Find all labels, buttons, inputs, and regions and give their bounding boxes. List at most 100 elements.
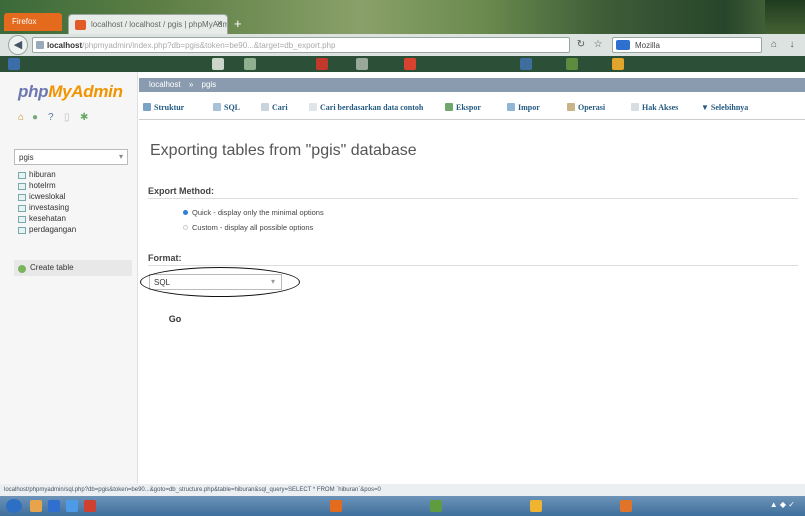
- toolbar-red-icon[interactable]: [316, 58, 328, 70]
- database-tabs: Struktur SQL Cari Cari berdasarkan data …: [139, 96, 805, 120]
- url-path: /phpmyadmin/index.php?db=pgis&token=be90…: [82, 41, 336, 50]
- toolbar-window-icon[interactable]: [244, 58, 256, 70]
- taskbar-twitter-icon[interactable]: [66, 500, 78, 512]
- table-item-hiburan[interactable]: hiburan: [18, 170, 133, 181]
- tab-struktur[interactable]: Struktur: [143, 103, 184, 112]
- taskbar-app-icon[interactable]: [84, 500, 96, 512]
- docs-icon[interactable]: ▯: [64, 112, 70, 123]
- radio-selected-icon: [183, 210, 188, 215]
- table-name: perdagangan: [29, 225, 77, 234]
- help-icon[interactable]: ?: [48, 112, 54, 123]
- breadcrumb: localhost » pgis: [139, 78, 805, 92]
- home-icon[interactable]: ⌂: [768, 39, 780, 51]
- tab-sql[interactable]: SQL: [213, 103, 240, 112]
- table-item-hotelrm[interactable]: hotelrm: [18, 181, 133, 192]
- create-table-link[interactable]: Create table: [18, 263, 130, 275]
- toolbar-leaf-icon[interactable]: [566, 58, 578, 70]
- chevron-down-icon: ▾: [118, 152, 123, 161]
- table-icon: [18, 172, 26, 179]
- taskbar-explorer-icon[interactable]: [30, 500, 42, 512]
- taskbar-app3-icon[interactable]: [530, 500, 542, 512]
- toolbar-flag-icon[interactable]: [404, 58, 416, 70]
- table-item-investasing[interactable]: investasing: [18, 203, 133, 214]
- go-button[interactable]: Go: [161, 311, 189, 327]
- tab-selebihnya[interactable]: ▼ Selebihnya: [701, 103, 748, 112]
- table-icon: [18, 216, 26, 223]
- breadcrumb-separator-icon: »: [188, 80, 194, 89]
- section-divider: [148, 265, 798, 266]
- taskbar-ie-icon[interactable]: [48, 500, 60, 512]
- search-icon: [261, 103, 269, 111]
- table-name: icweslokal: [29, 192, 66, 201]
- reload-icon[interactable]: ↻: [575, 39, 587, 51]
- back-button[interactable]: ◀: [8, 35, 28, 55]
- taskbar-firefox-icon[interactable]: [330, 500, 342, 512]
- browser-tabbar: localhost / localhost / pgis | phpMyAdmi…: [0, 10, 805, 34]
- phpmyadmin-favicon-icon: [75, 20, 86, 30]
- settings-icon[interactable]: ✱: [80, 112, 88, 123]
- tab-hak-akses[interactable]: Hak Akses: [631, 103, 678, 112]
- radio-custom[interactable]: Custom - display all possible options: [183, 223, 313, 232]
- wrench-icon: [567, 103, 575, 111]
- logout-icon[interactable]: ●: [32, 112, 38, 123]
- sql-icon: [213, 103, 221, 111]
- table-item-kesehatan[interactable]: kesehatan: [18, 214, 133, 225]
- section-divider: [148, 198, 798, 199]
- home-icon[interactable]: ⌂: [18, 112, 24, 123]
- taskbar-app4-icon[interactable]: [620, 500, 632, 512]
- new-tab-button[interactable]: +: [234, 17, 250, 32]
- radio-unselected-icon: [183, 225, 188, 230]
- tab-label: SQL: [224, 103, 241, 112]
- tab-cari-contoh[interactable]: Cari berdasarkan data contoh: [309, 103, 423, 112]
- bookmark-star-icon[interactable]: ☆: [592, 39, 604, 51]
- browser-tab[interactable]: localhost / localhost / pgis | phpMyAdmi…: [68, 14, 228, 34]
- tab-label: Impor: [518, 103, 540, 112]
- search-bar[interactable]: Mozilla: [612, 37, 762, 53]
- toolbar-misc-icon[interactable]: [356, 58, 368, 70]
- create-table-label: Create table: [30, 263, 74, 272]
- table-name: hiburan: [29, 170, 56, 179]
- table-name: kesehatan: [29, 214, 66, 223]
- radio-quick[interactable]: Quick - display only the minimal options: [183, 208, 324, 217]
- toolbar-grid-icon[interactable]: [212, 58, 224, 70]
- hand-drawn-highlight-ellipse: [140, 267, 300, 297]
- toolbar-star-icon[interactable]: [612, 58, 624, 70]
- toolbar-app-icon[interactable]: [8, 58, 20, 70]
- taskbar-app2-icon[interactable]: [430, 500, 442, 512]
- search-value: Mozilla: [635, 41, 660, 50]
- table-icon: [18, 194, 26, 201]
- toolbar-share-icon[interactable]: [520, 58, 532, 70]
- search-engine-icon[interactable]: [616, 40, 630, 50]
- phpmyadmin-logo[interactable]: phpMyAdmin: [18, 82, 123, 102]
- structure-icon: [143, 103, 151, 111]
- tab-label: Hak Akses: [642, 103, 679, 112]
- tab-label: Cari berdasarkan data contoh: [320, 103, 424, 112]
- navigation-panel: phpMyAdmin ⌂ ● ? ▯ ✱ pgis ▾ hiburan hote…: [0, 72, 138, 484]
- table-icon: [18, 227, 26, 234]
- tab-impor[interactable]: Impor: [507, 103, 540, 112]
- radio-custom-label: Custom - display all possible options: [192, 223, 314, 232]
- table-name: investasing: [29, 203, 70, 212]
- add-icon: [18, 265, 26, 273]
- tab-label: Struktur: [154, 103, 185, 112]
- database-select[interactable]: pgis ▾: [14, 149, 128, 165]
- table-icon: [18, 205, 26, 212]
- table-item-perdagangan[interactable]: perdagangan: [18, 225, 133, 236]
- tab-cari[interactable]: Cari: [261, 103, 288, 112]
- start-button-icon[interactable]: [6, 499, 22, 513]
- tab-operasi[interactable]: Operasi: [567, 103, 605, 112]
- privileges-icon: [631, 103, 639, 111]
- breadcrumb-db[interactable]: pgis: [202, 80, 217, 89]
- breadcrumb-server[interactable]: localhost: [149, 80, 181, 89]
- table-list: hiburan hotelrm icweslokal investasing k…: [18, 170, 133, 236]
- query-icon: [309, 103, 317, 111]
- url-bar[interactable]: localhost/phpmyadmin/index.php?db=pgis&t…: [32, 37, 570, 53]
- main-panel: localhost » pgis Struktur SQL Cari Cari …: [139, 72, 805, 484]
- download-icon[interactable]: ↓: [786, 39, 798, 51]
- url-host: localhost: [47, 41, 83, 50]
- system-tray-icon[interactable]: ▲ ◆ ✓: [770, 500, 795, 509]
- table-icon: [18, 183, 26, 190]
- table-item-icweslokal[interactable]: icweslokal: [18, 192, 133, 203]
- close-tab-icon[interactable]: ×: [217, 18, 222, 28]
- tab-ekspor[interactable]: Ekspor: [445, 103, 481, 112]
